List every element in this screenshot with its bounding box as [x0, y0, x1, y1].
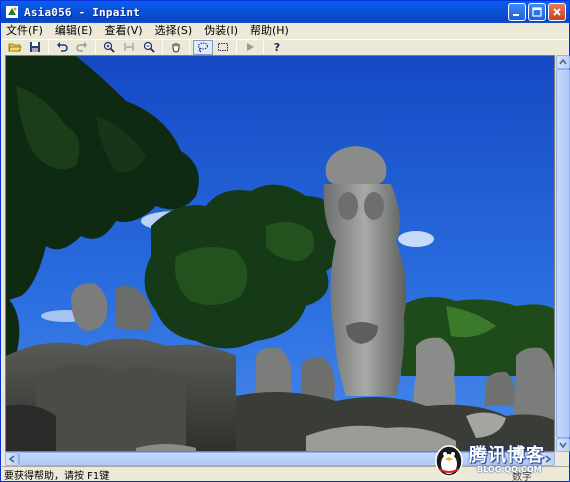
- watermark-title: 腾讯博客: [469, 445, 545, 466]
- undo-icon[interactable]: [52, 40, 72, 55]
- toolbar-separator: [95, 40, 96, 54]
- menu-file[interactable]: 文件(F): [2, 23, 49, 39]
- menu-camouflage[interactable]: 伪装(I): [198, 23, 244, 39]
- toolbar-separator: [48, 40, 49, 54]
- menu-edit[interactable]: 编辑(E): [49, 23, 99, 39]
- watermark-subtitle: BLOG.QQ.COM: [477, 465, 542, 474]
- close-button[interactable]: [548, 3, 566, 21]
- toolbar-separator: [162, 40, 163, 54]
- menu-bar: 文件(F) 编辑(E) 查看(V) 选择(S) 伪装(I) 帮助(H): [2, 23, 569, 39]
- photo-image: [6, 56, 554, 451]
- scroll-left-button[interactable]: [5, 452, 19, 466]
- zoom-in-icon[interactable]: [99, 40, 119, 55]
- watermark: 腾讯博客 BLOG.QQ.COM: [431, 439, 561, 479]
- maximize-button[interactable]: [528, 3, 546, 21]
- minimize-button[interactable]: [508, 3, 526, 21]
- menu-select[interactable]: 选择(S): [149, 23, 199, 39]
- scroll-up-button[interactable]: [556, 55, 570, 69]
- menu-help[interactable]: 帮助(H): [244, 23, 295, 39]
- window-title: Asia056 - Inpaint: [24, 5, 140, 19]
- svg-text:?: ?: [274, 41, 280, 53]
- toolbar: ?: [2, 39, 569, 55]
- toolbar-separator: [263, 40, 264, 54]
- status-help-text: 要获得帮助，请按 F1键: [4, 470, 110, 482]
- title-bar[interactable]: Asia056 - Inpaint: [1, 1, 569, 23]
- window-controls: [508, 3, 566, 21]
- help-icon[interactable]: ?: [267, 40, 287, 55]
- penguin-logo-icon: [435, 445, 463, 477]
- toolbar-separator: [189, 40, 190, 54]
- toolbar-separator: [236, 40, 237, 54]
- marquee-icon[interactable]: [213, 40, 233, 55]
- zoom-out-icon[interactable]: [139, 40, 159, 55]
- vertical-scroll-thumb[interactable]: [556, 69, 570, 438]
- app-icon: [5, 5, 19, 19]
- vertical-scrollbar[interactable]: [555, 55, 570, 452]
- menu-view[interactable]: 查看(V): [98, 23, 148, 39]
- run-icon[interactable]: [240, 40, 260, 55]
- image-canvas[interactable]: [5, 55, 555, 452]
- hand-icon[interactable]: [166, 40, 186, 55]
- save-icon[interactable]: [25, 40, 45, 55]
- lasso-icon[interactable]: [193, 39, 213, 55]
- fit-icon[interactable]: [119, 40, 139, 55]
- app-window: Asia056 - Inpaint 文件(F) 编辑(E) 查看(V) 选择(S…: [0, 0, 570, 482]
- open-folder-icon[interactable]: [5, 40, 25, 55]
- redo-icon[interactable]: [72, 40, 92, 55]
